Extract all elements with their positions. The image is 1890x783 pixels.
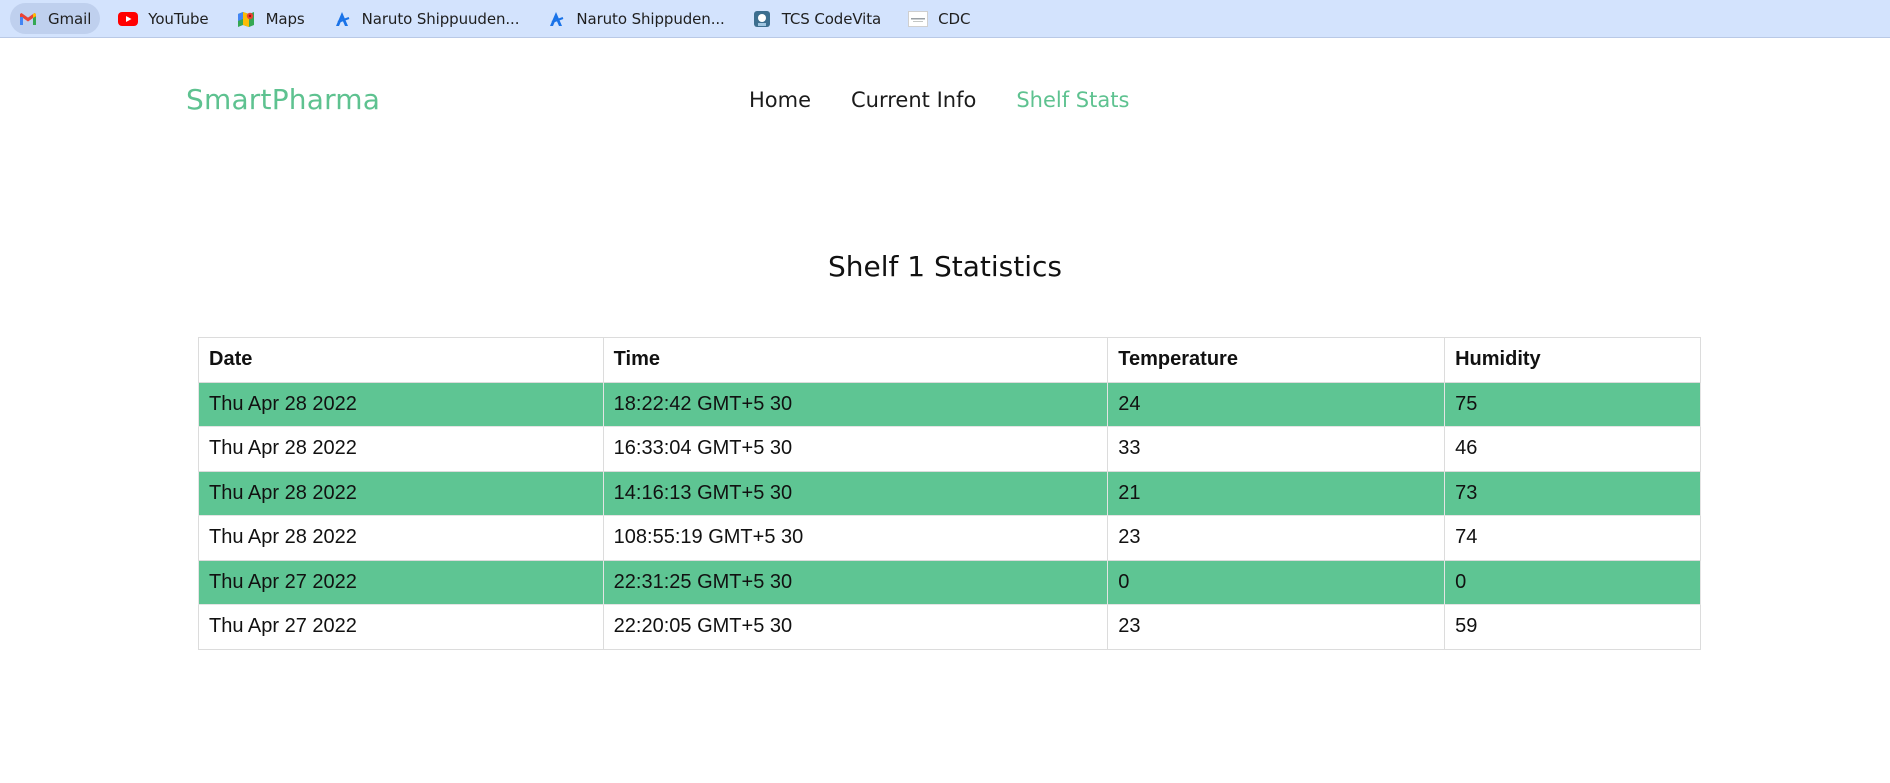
table-header-row: Date Time Temperature Humidity [198, 337, 1701, 383]
cell-temperature: 23 [1107, 604, 1446, 650]
table-row: Thu Apr 27 2022 22:31:25 GMT+5 30 0 0 [198, 559, 1701, 605]
cell-date: Thu Apr 27 2022 [198, 559, 604, 605]
anime-icon [546, 9, 566, 29]
table-row: Thu Apr 28 2022 16:33:04 GMT+5 30 33 46 [198, 426, 1701, 472]
cell-time: 22:20:05 GMT+5 30 [602, 604, 1109, 650]
nav-shelf-stats[interactable]: Shelf Stats [1016, 88, 1129, 112]
bookmark-label: Maps [265, 9, 305, 28]
cell-date: Thu Apr 28 2022 [198, 470, 604, 516]
cell-time: 16:33:04 GMT+5 30 [602, 426, 1109, 472]
bookmark-label: TCS CodeVita [781, 9, 882, 28]
bookmark-cdc[interactable]: CDC [900, 3, 979, 34]
cell-time: 108:55:19 GMT+5 30 [602, 515, 1109, 561]
cell-humidity: 0 [1444, 559, 1701, 605]
cell-humidity: 74 [1444, 515, 1701, 561]
nav-current-info[interactable]: Current Info [851, 88, 976, 112]
bookmark-label: Naruto Shippuden... [576, 9, 725, 28]
column-header-humidity: Humidity [1444, 337, 1701, 383]
cell-date: Thu Apr 28 2022 [198, 426, 604, 472]
nav-home[interactable]: Home [749, 88, 811, 112]
cell-date: Thu Apr 28 2022 [198, 381, 604, 427]
column-header-date: Date [198, 337, 604, 383]
column-header-time: Time [602, 337, 1109, 383]
cell-humidity: 59 [1444, 604, 1701, 650]
cell-date: Thu Apr 27 2022 [198, 604, 604, 650]
shelf-stats-table: Date Time Temperature Humidity Thu Apr 2… [198, 337, 1701, 650]
page-title: Shelf 1 Statistics [828, 250, 1062, 283]
table-row: Thu Apr 28 2022 18:22:42 GMT+5 30 24 75 [198, 381, 1701, 427]
bookmark-naruto-1[interactable]: Naruto Shippuuden... [324, 3, 529, 34]
cell-time: 14:16:13 GMT+5 30 [602, 470, 1109, 516]
table-row: Thu Apr 28 2022 14:16:13 GMT+5 30 21 73 [198, 470, 1701, 516]
bookmark-label: Naruto Shippuuden... [361, 9, 520, 28]
cell-time: 18:22:42 GMT+5 30 [602, 381, 1109, 427]
cell-temperature: 0 [1107, 559, 1446, 605]
table-row: Thu Apr 28 2022 108:55:19 GMT+5 30 23 74 [198, 515, 1701, 561]
table-row: Thu Apr 27 2022 22:20:05 GMT+5 30 23 59 [198, 604, 1701, 650]
cell-temperature: 24 [1107, 381, 1446, 427]
cell-humidity: 73 [1444, 470, 1701, 516]
cell-temperature: 33 [1107, 426, 1446, 472]
codevita-icon [752, 9, 772, 29]
anime-icon [332, 9, 352, 29]
maps-icon [236, 9, 256, 29]
column-header-temperature: Temperature [1107, 337, 1446, 383]
bookmark-maps[interactable]: Maps [228, 3, 314, 34]
bookmark-tcs-codevita[interactable]: TCS CodeVita [744, 3, 890, 34]
cell-humidity: 75 [1444, 381, 1701, 427]
main-nav: Home Current Info Shelf Stats [749, 88, 1169, 112]
youtube-icon [118, 9, 139, 29]
cell-humidity: 46 [1444, 426, 1701, 472]
bookmark-label: YouTube [148, 9, 209, 28]
bookmark-label: Gmail [48, 9, 92, 28]
cell-time: 22:31:25 GMT+5 30 [602, 559, 1109, 605]
cell-date: Thu Apr 28 2022 [198, 515, 604, 561]
bookmark-youtube[interactable]: YouTube [110, 3, 217, 34]
bookmark-naruto-2[interactable]: Naruto Shippuden... [538, 3, 733, 34]
bookmark-gmail[interactable]: Gmail [10, 3, 101, 34]
bookmark-label: CDC [938, 9, 971, 28]
cell-temperature: 23 [1107, 515, 1446, 561]
site-logo[interactable]: SmartPharma [186, 83, 380, 116]
cell-temperature: 21 [1107, 470, 1446, 516]
cdc-icon [908, 9, 929, 29]
gmail-icon [18, 9, 38, 29]
bookmarks-bar: Gmail YouTube Maps Naruto Shippuuden... … [0, 0, 1890, 38]
